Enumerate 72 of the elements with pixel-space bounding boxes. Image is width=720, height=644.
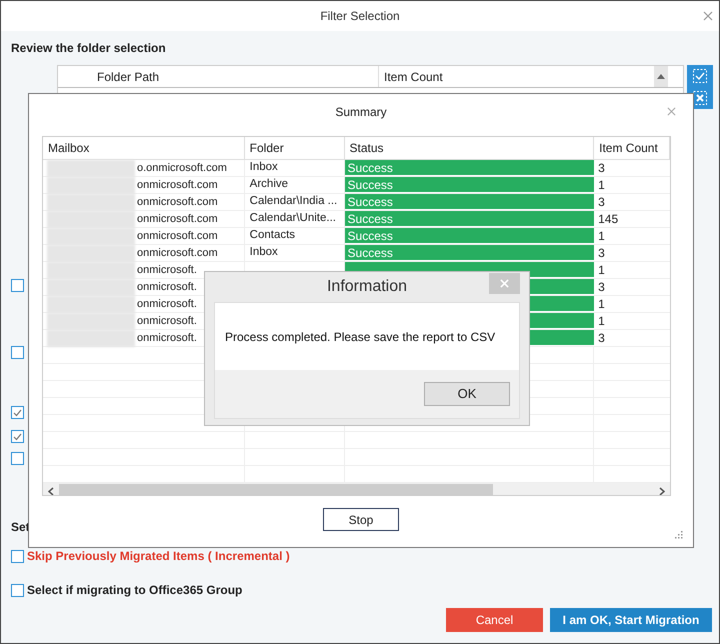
stop-button[interactable]: Stop: [323, 508, 399, 531]
table-cell-text: 3: [598, 245, 605, 262]
check-icon: [13, 408, 22, 416]
status-cell: Success: [344, 211, 594, 226]
option-label: Select if migrating to Office365 Group: [27, 582, 242, 599]
deselect-all-icon[interactable]: [693, 91, 707, 105]
column-header[interactable]: Item Count: [379, 66, 654, 87]
status-cell: Success: [344, 160, 594, 175]
table-cell-text: Contacts: [250, 228, 296, 244]
table-cell-text: 3: [598, 194, 605, 211]
caret-icon: [657, 74, 665, 79]
column-header[interactable]: Folder: [244, 137, 345, 159]
table-cell-text: Archive: [250, 177, 288, 192]
table-cell-text: onmicrosoft.: [136, 262, 197, 278]
section-heading: Review the folder selection: [11, 41, 166, 55]
window-title: Filter Selection: [320, 8, 400, 25]
table-cell-text: 1: [598, 228, 605, 245]
column-header[interactable]: Item Count: [594, 137, 670, 159]
table-cell-text: onmicrosoft.: [136, 280, 197, 295]
table-cell-text: onmicrosoft.com: [136, 212, 218, 227]
checkbox[interactable]: [11, 584, 24, 596]
table-cell-text: 3: [598, 330, 605, 347]
table-cell-text: Calendar\India ...: [250, 194, 338, 210]
column-header[interactable]: Status: [344, 137, 594, 159]
table-cell-text: onmicrosoft.com: [136, 194, 218, 210]
close-icon[interactable]: [703, 11, 713, 21]
table-cell-text: 1: [598, 296, 605, 313]
cancel-button[interactable]: Cancel: [446, 608, 543, 632]
table-cell-text: 1: [598, 313, 605, 330]
status-cell: Success: [344, 194, 594, 209]
table-cell-text: 3: [598, 160, 605, 177]
check-icon: [13, 432, 22, 440]
table-cell-text: 1: [598, 262, 605, 279]
status-cell: Success: [344, 245, 594, 260]
scroll-up-button[interactable]: [654, 66, 668, 87]
table-cell-text: onmicrosoft.: [136, 330, 197, 346]
scroll-right-icon[interactable]: [659, 487, 665, 495]
table-cell-text: onmicrosoft.com: [136, 178, 218, 193]
select-all-icon[interactable]: [693, 69, 707, 83]
table-cell-text: onmicrosoft.com: [136, 228, 218, 244]
table-cell-text: Calendar\Unite...: [250, 211, 336, 226]
close-icon: [500, 279, 509, 288]
table-cell-text: onmicrosoft.: [136, 314, 197, 329]
window-title: Summary: [335, 104, 387, 121]
ok-button[interactable]: OK: [424, 382, 510, 406]
table-cell-text: onmicrosoft.: [136, 296, 197, 312]
checkbox[interactable]: [11, 452, 24, 465]
status-cell: Success: [344, 177, 594, 192]
option-label: Skip Previously Migrated Items ( Incremental ): [27, 548, 290, 565]
close-icon[interactable]: [667, 107, 676, 116]
table-cell-text: o.onmicrosoft.com: [136, 160, 227, 176]
checkbox[interactable]: [11, 550, 24, 562]
table-cell-text: Inbox: [250, 245, 278, 260]
table-cell-text: 1: [598, 177, 605, 194]
checkbox[interactable]: [11, 430, 24, 443]
column-header[interactable]: Mailbox: [43, 137, 245, 159]
table-cell-text: 145: [598, 211, 618, 228]
status-cell: Success: [344, 228, 594, 243]
table-cell-text: 3: [598, 279, 605, 296]
checkbox[interactable]: [11, 279, 24, 292]
scroll-left-icon[interactable]: [48, 487, 54, 495]
horizontal-scrollbar[interactable]: [43, 483, 670, 495]
checkbox[interactable]: [11, 406, 24, 419]
resize-grip-icon[interactable]: [675, 531, 683, 539]
dialog-title: Information: [326, 277, 408, 297]
scrollbar-thumb[interactable]: [59, 484, 493, 495]
checkbox[interactable]: [11, 346, 24, 359]
table-cell-text: Inbox: [250, 160, 278, 176]
table-cell-text: onmicrosoft.com: [136, 246, 218, 261]
dialog-message: Process completed. Please save the report to CSV: [225, 328, 496, 346]
column-header[interactable]: Folder Path: [58, 66, 379, 87]
start-migration-button[interactable]: I am OK, Start Migration: [550, 608, 712, 632]
